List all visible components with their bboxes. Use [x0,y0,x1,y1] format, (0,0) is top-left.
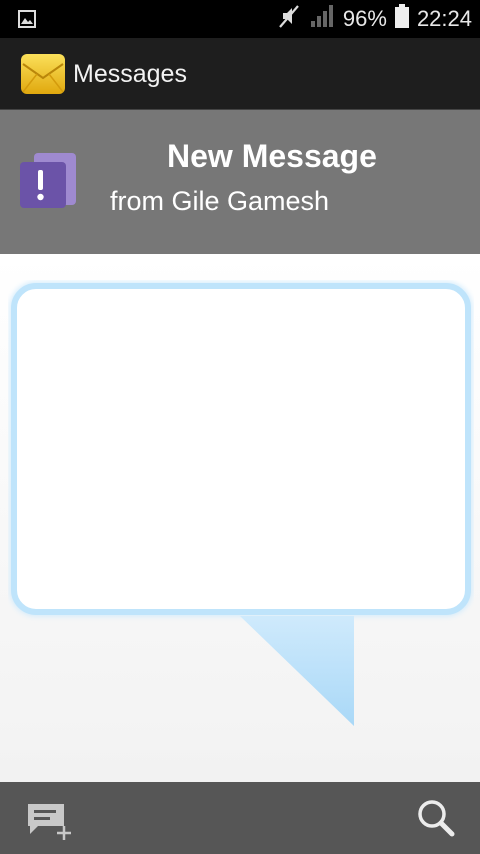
notification-sender: from Gile Gamesh [110,186,330,216]
notification-headline: New Message [167,138,377,174]
search-icon[interactable] [412,794,462,844]
mute-icon [277,3,301,35]
gallery-icon [18,10,36,33]
bottom-toolbar [0,782,480,854]
compose-icon[interactable] [20,794,80,844]
battery-icon [394,4,409,34]
messages-envelope-icon[interactable] [20,52,66,96]
clock-time: 22:24 [416,6,472,31]
notification-header: New Message from Gile Gamesh [0,110,480,254]
signal-icon [309,4,335,34]
speech-bubble[interactable] [8,280,474,726]
status-bar: 96% 22:24 [0,0,480,38]
battery-percent: 96% [342,6,387,31]
message-area [0,254,480,782]
app-bar: Messages [0,38,480,110]
app-title: Messages [73,60,187,88]
